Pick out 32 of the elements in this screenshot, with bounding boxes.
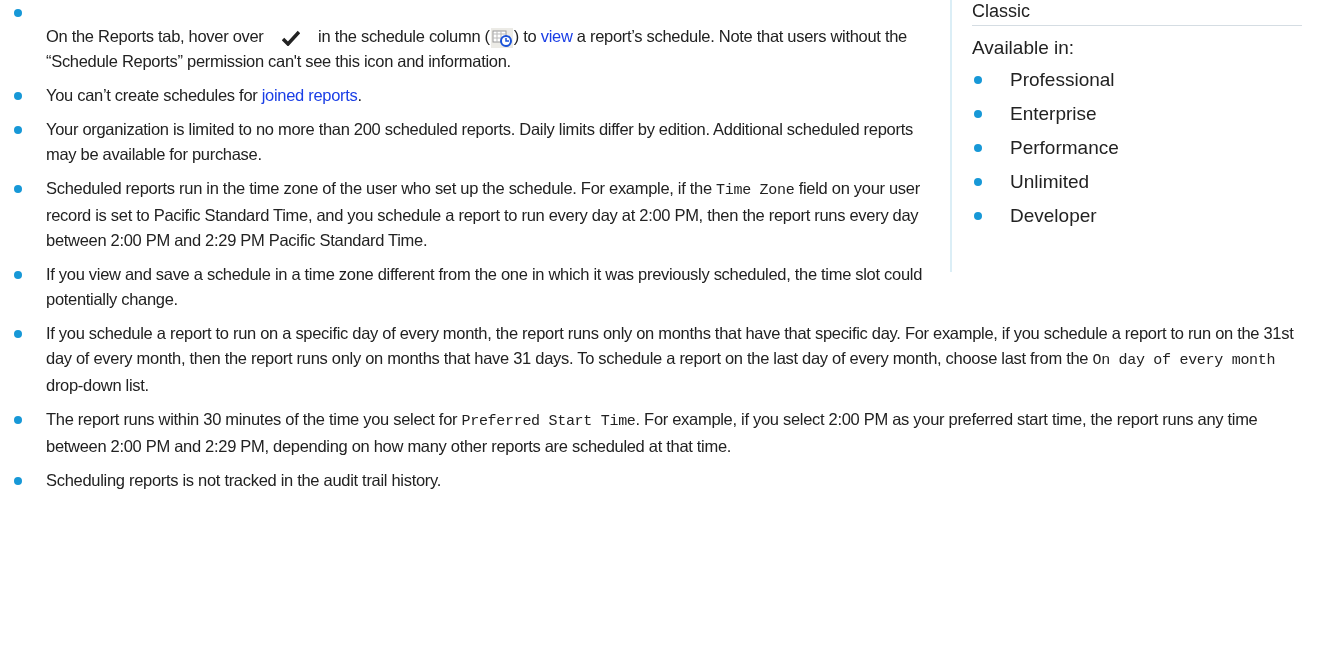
bullet-icon <box>14 126 22 134</box>
bullet-icon <box>974 177 982 186</box>
note-text: If you view and save a schedule in a time zone different from the one in which it was previously scheduled, the time slot could potentially change. <box>46 264 923 310</box>
panel-heading: Classic <box>972 1 1302 26</box>
bullet-icon <box>14 477 22 485</box>
note-text: The report runs within 30 minutes of the time you select for Preferred Start Time. For example, if you select 2:00 PM as your preferred start time, the report runs any time between 2:00 PM and 2:29 PM, depending on how many other reports are scheduled at that time. <box>46 409 1259 457</box>
bullet-icon <box>14 9 22 17</box>
bullet-icon <box>14 92 22 100</box>
calendar-clock-icon <box>490 27 513 48</box>
available-label: Available in: <box>972 36 1075 60</box>
bullet-icon <box>974 109 982 118</box>
edition-name: Developer <box>1010 203 1097 228</box>
bullet-icon <box>14 416 22 424</box>
edition-name: Unlimited <box>1010 169 1090 194</box>
edition-name: Performance <box>1010 135 1119 160</box>
edition-name: Professional <box>1010 67 1115 92</box>
text-link[interactable]: joined reports <box>261 86 358 104</box>
edition-name: Enterprise <box>1010 101 1097 126</box>
bullet-icon <box>974 211 982 220</box>
note-text: Your organization is limited to no more than 200 scheduled reports. Daily limits differ by edition. Additional scheduled reports may be available for purchase. <box>46 119 914 165</box>
note-text: Scheduling reports is not tracked in the audit trail history. <box>46 470 442 491</box>
bullet-icon <box>14 330 22 338</box>
text-link[interactable]: view <box>540 27 573 45</box>
bullet-icon <box>14 271 22 279</box>
note-text: On the Reports tab, hover over in the schedule column ( ) to view a report’s schedule. Note that users without the “Schedule Reports” permission can't see this icon and information. <box>46 26 908 72</box>
bullet-icon <box>974 143 982 152</box>
bullet-icon <box>14 185 22 193</box>
note-text: You can’t create schedules for joined reports. <box>46 85 362 106</box>
checkmark-icon <box>281 29 300 46</box>
note-text: Scheduled reports run in the time zone of the user who set up the schedule. For example, if the Time Zone field on your user record is set to Pacific Standard Time, and you schedule a report to run every day at 2:00 PM, then the report runs every day between 2:00 PM and 2:29 PM Pacific Standard Time. <box>46 178 921 251</box>
bullet-icon <box>974 75 982 84</box>
note-text: If you schedule a report to run on a specific day of every month, the report runs only on months that have that specific day. For example, if you schedule a report to run on the 31st day of every month, then the report runs only on months that have 31 days. To schedule a report on the last day of every month, choose last from the On day of every month drop-down list. <box>46 323 1295 396</box>
